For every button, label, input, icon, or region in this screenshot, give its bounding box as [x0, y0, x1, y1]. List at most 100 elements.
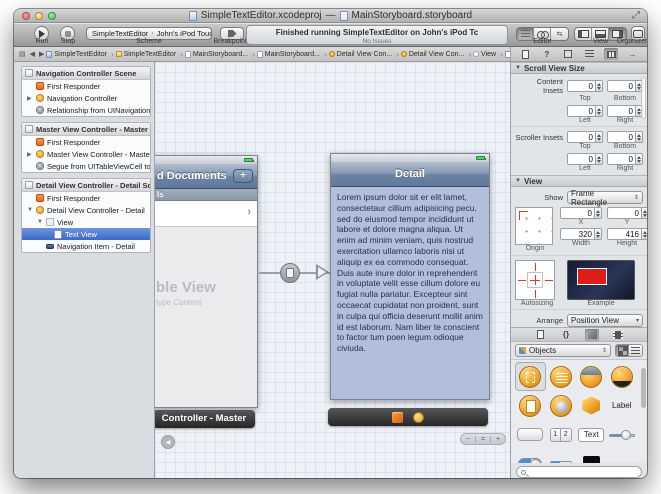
stepper[interactable]: [595, 131, 603, 143]
stepper[interactable]: [641, 207, 647, 219]
library-item-page-view-controller[interactable]: [515, 391, 546, 420]
y-field[interactable]: 0: [607, 207, 647, 219]
content-inset-right-field[interactable]: 0: [607, 105, 643, 117]
scroller-inset-top-field[interactable]: 0: [567, 131, 603, 143]
outline-item-first-responder[interactable]: First Responder: [22, 136, 150, 148]
outline-item-navigation-item[interactable]: Navigation Item - Detail: [22, 240, 150, 252]
arrange-popup[interactable]: Position View▾: [567, 314, 643, 327]
master-scene-label[interactable]: Controller - Master: [155, 410, 255, 428]
outline-item-text-view-selected[interactable]: Text View: [22, 228, 150, 240]
height-field[interactable]: 416: [607, 228, 647, 240]
breadcrumb-storyboard2[interactable]: MainStoryboard...: [257, 50, 329, 59]
grid-view-button[interactable]: [616, 345, 629, 356]
disclosure-icon[interactable]: ▶: [27, 95, 32, 102]
back-icon[interactable]: ◀: [30, 50, 35, 58]
field-value[interactable]: 416: [607, 228, 641, 240]
view-controller-cube-icon[interactable]: [392, 412, 403, 423]
zoom-in-button[interactable]: +: [496, 436, 500, 443]
stepper[interactable]: [595, 80, 603, 92]
width-field[interactable]: 320: [560, 228, 602, 240]
scene-header[interactable]: Navigation Controller Scene: [22, 67, 150, 80]
breadcrumb-controller[interactable]: Detail View Con...: [401, 50, 473, 59]
view-section-header[interactable]: ▼ View: [511, 175, 647, 187]
forward-icon[interactable]: ▶: [39, 50, 44, 58]
object-library-tab[interactable]: [585, 329, 599, 341]
quick-help-tab[interactable]: ?: [540, 48, 554, 60]
outline-item-first-responder[interactable]: First Responder: [22, 80, 150, 92]
stepper[interactable]: [595, 153, 603, 165]
close-window-button[interactable]: [22, 12, 30, 20]
scene-header[interactable]: Detail View Controller - Detail Scene: [22, 179, 150, 192]
library-item-progress-view[interactable]: [546, 449, 577, 463]
file-template-library-tab[interactable]: [533, 329, 547, 341]
breadcrumb-scene[interactable]: Detail View Con...: [329, 50, 401, 59]
library-scrollbar-thumb[interactable]: [641, 368, 646, 408]
field-value[interactable]: 0: [560, 207, 594, 219]
add-button[interactable]: +: [233, 169, 253, 183]
breadcrumb-view[interactable]: View: [473, 50, 505, 59]
scene-header[interactable]: Master View Controller - Master Scene: [22, 123, 150, 136]
scroll-view-size-header[interactable]: ▼ Scroll View Size: [511, 62, 647, 74]
connections-inspector-tab[interactable]: →: [626, 48, 640, 60]
library-item-label[interactable]: Label: [607, 391, 638, 420]
master-view-controller[interactable]: d Documents + ls › ble View type Content: [155, 155, 258, 408]
library-item-view[interactable]: [576, 449, 607, 463]
disclosure-icon[interactable]: ▶: [27, 151, 32, 158]
identity-inspector-tab[interactable]: [561, 48, 575, 60]
stepper[interactable]: [635, 131, 643, 143]
scroller-inset-bottom-field[interactable]: 0: [607, 131, 643, 143]
scroller-inset-right-field[interactable]: 0: [607, 153, 643, 165]
library-item-glkit-view-controller[interactable]: [546, 391, 577, 420]
field-value[interactable]: 320: [560, 228, 594, 240]
first-responder-icon[interactable]: [413, 412, 424, 423]
content-inset-top-field[interactable]: 0: [567, 80, 603, 92]
detail-view-controller[interactable]: Detail Lorem ipsum dolor sit er elit lam…: [330, 153, 490, 400]
outline-item-view[interactable]: ▼View: [22, 216, 150, 228]
file-inspector-tab[interactable]: [518, 48, 532, 60]
autosizing-strut[interactable]: [545, 280, 553, 281]
stepper[interactable]: [594, 228, 602, 240]
content-inset-left-field[interactable]: 0: [567, 105, 603, 117]
library-item-slider[interactable]: [607, 420, 638, 449]
field-value[interactable]: 0: [567, 131, 595, 143]
library-item-tab-bar-controller[interactable]: [607, 362, 638, 391]
related-items-icon[interactable]: ▤: [19, 50, 26, 58]
table-view-body[interactable]: ble View type Content: [155, 227, 257, 407]
breadcrumb-storyboard[interactable]: MainStoryboard...: [185, 50, 257, 59]
stepper[interactable]: [635, 153, 643, 165]
field-value[interactable]: 0: [567, 153, 595, 165]
library-item-navigation-controller[interactable]: [576, 362, 607, 391]
x-field[interactable]: 0: [560, 207, 602, 219]
outline-item-first-responder[interactable]: First Responder: [22, 192, 150, 204]
master-navigation-bar[interactable]: d Documents +: [155, 164, 257, 189]
field-value[interactable]: 0: [567, 80, 595, 92]
library-item-table-view-controller[interactable]: [546, 362, 577, 391]
list-view-button[interactable]: [629, 345, 642, 356]
outline-item-relationship[interactable]: Relationship from UINavigationContr...: [22, 104, 150, 116]
autosizing-widget[interactable]: [515, 260, 555, 300]
field-value[interactable]: 0: [607, 105, 635, 117]
detail-navigation-bar[interactable]: Detail: [331, 162, 489, 187]
outline-item-master-controller[interactable]: ▶Master View Controller - Master: [22, 148, 150, 160]
breadcrumb-group[interactable]: SimpleTextEditor: [116, 50, 185, 59]
outline-item-navigation-controller[interactable]: ▶Navigation Controller: [22, 92, 150, 104]
autosizing-strut[interactable]: [535, 290, 536, 298]
disclosure-icon[interactable]: ▼: [37, 219, 43, 225]
disclosure-icon[interactable]: ▼: [27, 207, 33, 213]
collapse-outline-button[interactable]: ◀: [161, 435, 175, 449]
show-popup[interactable]: Frame Rectangle⇕: [567, 191, 643, 204]
library-search-field[interactable]: [516, 466, 642, 478]
field-value[interactable]: 0: [607, 153, 635, 165]
code-snippet-library-tab[interactable]: {}: [559, 329, 573, 341]
autosizing-strut[interactable]: [518, 280, 526, 281]
table-cell[interactable]: ›: [155, 201, 257, 227]
field-value[interactable]: 0: [567, 105, 595, 117]
field-value[interactable]: 0: [607, 207, 641, 219]
scroller-inset-left-field[interactable]: 0: [567, 153, 603, 165]
stepper[interactable]: [641, 228, 647, 240]
library-item-object[interactable]: [576, 391, 607, 420]
outline-item-segue[interactable]: Segue from UITableViewCell to Detail...: [22, 160, 150, 172]
stepper[interactable]: [594, 207, 602, 219]
library-item-segmented-control[interactable]: 12: [546, 420, 577, 449]
media-library-tab[interactable]: [611, 329, 625, 341]
